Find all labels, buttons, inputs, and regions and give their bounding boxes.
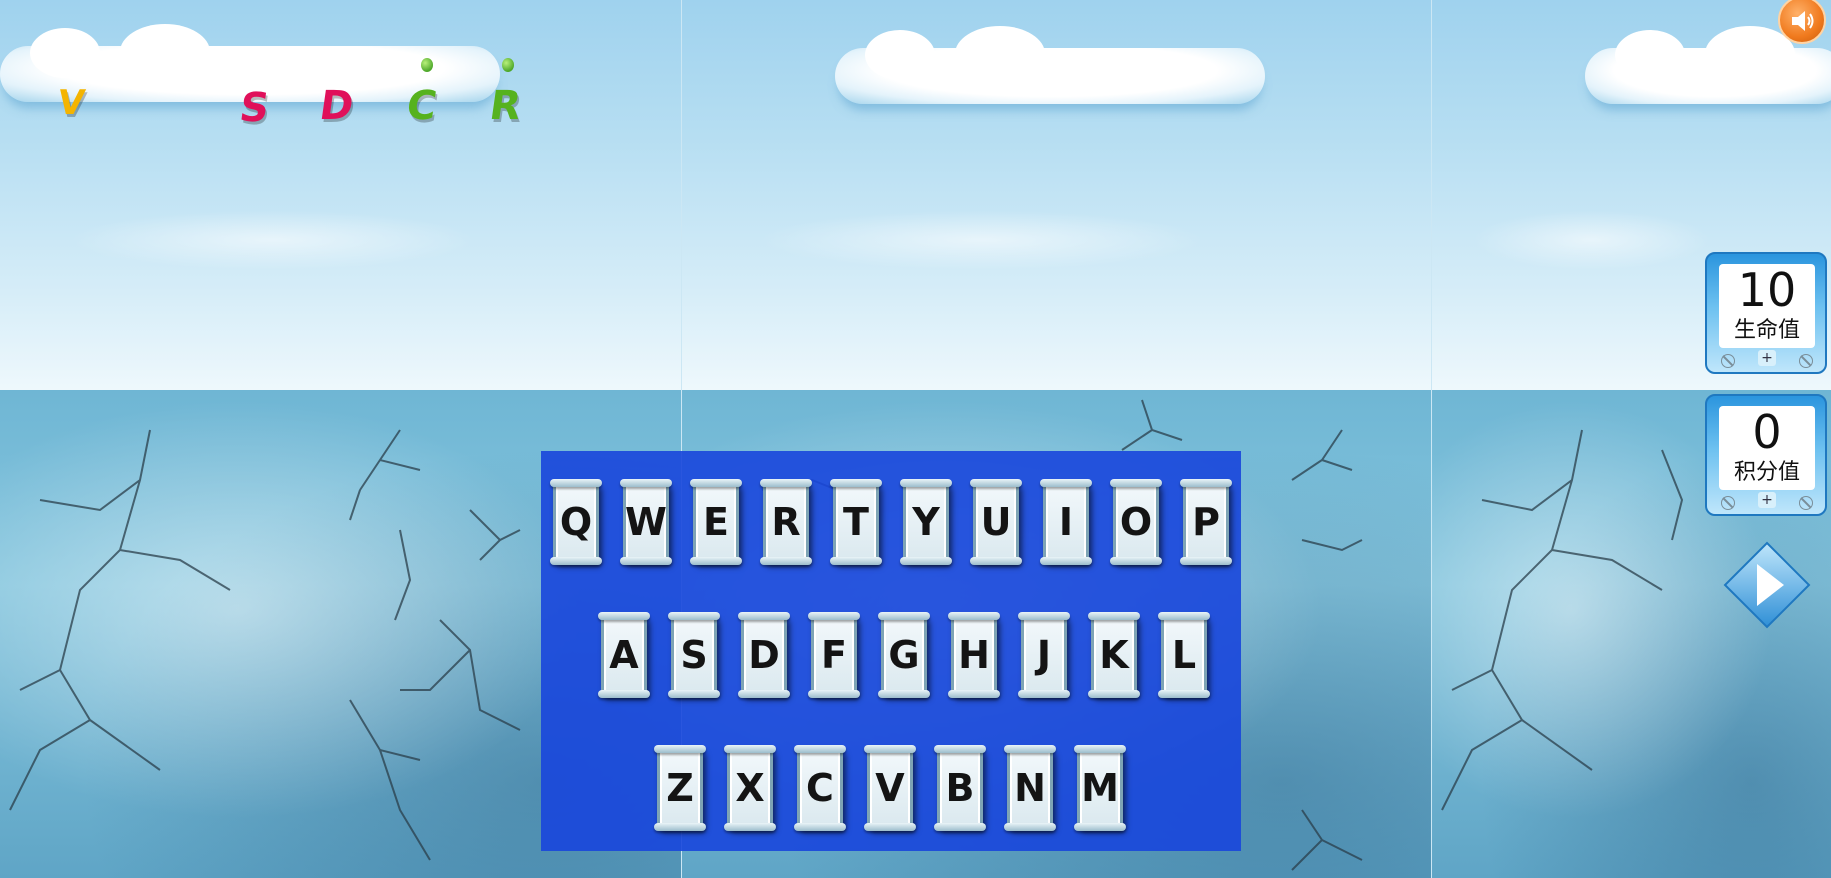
key-w[interactable]: W — [620, 479, 672, 565]
key-label: S — [680, 633, 708, 677]
life-label: 生命值 — [1733, 318, 1800, 343]
key-c[interactable]: C — [794, 745, 846, 831]
key-e[interactable]: E — [690, 479, 742, 565]
key-b[interactable]: B — [934, 745, 986, 831]
key-i[interactable]: I — [1040, 479, 1092, 565]
score-plus-button[interactable]: + — [1758, 492, 1776, 508]
life-value: 10 — [1737, 263, 1797, 317]
key-h[interactable]: H — [948, 612, 1000, 698]
key-label: Z — [666, 766, 694, 810]
ban-icon[interactable] — [1721, 354, 1735, 368]
score-panel: 0 积分值 + — [1705, 394, 1827, 516]
key-m[interactable]: M — [1074, 745, 1126, 831]
key-o[interactable]: O — [1110, 479, 1162, 565]
key-label: A — [609, 633, 639, 677]
score-display: 0 积分值 — [1719, 406, 1815, 490]
falling-letter: V — [55, 83, 88, 123]
key-x[interactable]: X — [724, 745, 776, 831]
key-v[interactable]: V — [864, 745, 916, 831]
play-button[interactable] — [1722, 540, 1812, 630]
ban-icon[interactable] — [1799, 354, 1813, 368]
key-u[interactable]: U — [970, 479, 1022, 565]
life-display: 10 生命值 — [1719, 264, 1815, 348]
key-label: O — [1119, 500, 1153, 544]
key-label: T — [843, 500, 869, 544]
key-f[interactable]: F — [808, 612, 860, 698]
speaker-icon — [1792, 11, 1814, 31]
key-q[interactable]: Q — [550, 479, 602, 565]
ban-icon[interactable] — [1799, 496, 1813, 510]
key-l[interactable]: L — [1158, 612, 1210, 698]
score-label: 积分值 — [1733, 460, 1800, 485]
key-label: Q — [559, 500, 593, 544]
ban-icon[interactable] — [1721, 496, 1735, 510]
key-label: J — [1036, 633, 1052, 677]
key-g[interactable]: G — [878, 612, 930, 698]
falling-letter: R — [486, 83, 525, 129]
key-a[interactable]: A — [598, 612, 650, 698]
key-z[interactable]: Z — [654, 745, 706, 831]
falling-letter: D — [316, 83, 357, 129]
cloud — [1585, 26, 1831, 104]
key-label: W — [625, 500, 667, 544]
key-s[interactable]: S — [668, 612, 720, 698]
key-label: L — [1171, 633, 1197, 677]
key-k[interactable]: K — [1088, 612, 1140, 698]
key-label: G — [888, 633, 920, 677]
key-y[interactable]: Y — [900, 479, 952, 565]
balloon-icon — [421, 58, 433, 72]
life-plus-button[interactable]: + — [1758, 350, 1776, 366]
key-t[interactable]: T — [830, 479, 882, 565]
key-label: P — [1192, 500, 1220, 544]
key-label: I — [1058, 500, 1074, 544]
balloon-icon — [502, 58, 514, 72]
key-label: Y — [912, 500, 940, 544]
score-value: 0 — [1752, 405, 1782, 459]
key-p[interactable]: P — [1180, 479, 1232, 565]
life-panel: 10 生命值 + — [1705, 252, 1827, 374]
key-label: D — [748, 633, 780, 677]
key-label: H — [958, 633, 990, 677]
key-label: E — [703, 500, 729, 544]
falling-letter: S — [236, 85, 273, 131]
key-label: M — [1081, 766, 1119, 810]
key-label: N — [1014, 766, 1046, 810]
key-label: X — [735, 766, 765, 810]
key-label: K — [1099, 633, 1129, 677]
key-label: B — [945, 766, 975, 810]
key-j[interactable]: J — [1018, 612, 1070, 698]
key-label: R — [771, 500, 801, 544]
falling-letter: C — [403, 83, 440, 129]
key-d[interactable]: D — [738, 612, 790, 698]
key-r[interactable]: R — [760, 479, 812, 565]
key-label: F — [821, 633, 847, 677]
key-label: U — [980, 500, 1012, 544]
play-icon — [1723, 541, 1811, 629]
cloud — [835, 26, 1265, 104]
key-n[interactable]: N — [1004, 745, 1056, 831]
key-label: V — [875, 766, 905, 810]
key-label: C — [806, 766, 834, 810]
